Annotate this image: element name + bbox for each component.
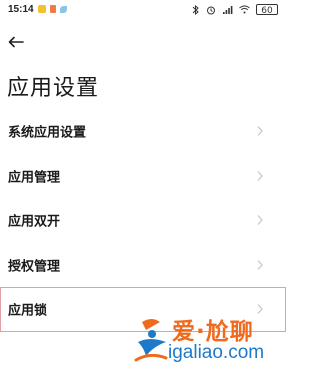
notification-sim-icon bbox=[50, 5, 56, 13]
menu-item-label: 应用管理 bbox=[8, 170, 61, 186]
arrow-left-icon bbox=[8, 36, 24, 48]
status-notification-icons bbox=[38, 5, 67, 13]
page-title: 应用设置 bbox=[7, 76, 100, 101]
status-time: 15:14 bbox=[8, 4, 34, 15]
menu-item-label: 应用锁 bbox=[8, 303, 48, 319]
menu-item-dual-apps[interactable]: 应用双开 bbox=[0, 198, 286, 243]
watermark-text: 爱·尬聊 bbox=[172, 319, 254, 345]
menu-item-label: 系统应用设置 bbox=[8, 125, 87, 141]
chevron-right-icon bbox=[257, 259, 263, 270]
menu-item-permission-management[interactable]: 授权管理 bbox=[0, 243, 286, 288]
chevron-right-icon bbox=[257, 126, 263, 137]
back-button[interactable] bbox=[6, 32, 26, 52]
chevron-right-icon bbox=[257, 170, 263, 181]
menu-item-system-app-settings[interactable]: 系统应用设置 bbox=[0, 109, 286, 154]
wifi-icon bbox=[239, 5, 250, 14]
watermark-logo-icon bbox=[134, 319, 168, 362]
watermark: 爱·尬聊 igaliao.com bbox=[130, 308, 286, 374]
status-bar: 15:14 60 bbox=[0, 0, 286, 22]
notification-app-icon bbox=[38, 5, 46, 13]
status-system-icons: 60 bbox=[191, 4, 278, 16]
alarm-icon bbox=[207, 6, 215, 14]
settings-menu-list: 系统应用设置 应用管理 应用双开 授权管理 应用锁 bbox=[0, 109, 286, 332]
battery-indicator: 60 bbox=[256, 4, 278, 16]
chevron-right-icon bbox=[257, 215, 263, 226]
bluetooth-icon bbox=[192, 4, 199, 15]
menu-item-app-management[interactable]: 应用管理 bbox=[0, 154, 286, 199]
signal-icon bbox=[223, 5, 233, 14]
menu-item-label: 授权管理 bbox=[8, 259, 61, 275]
notification-leaf-icon bbox=[60, 5, 67, 13]
watermark-domain: igaliao.com bbox=[168, 342, 265, 363]
menu-item-label: 应用双开 bbox=[8, 214, 61, 230]
